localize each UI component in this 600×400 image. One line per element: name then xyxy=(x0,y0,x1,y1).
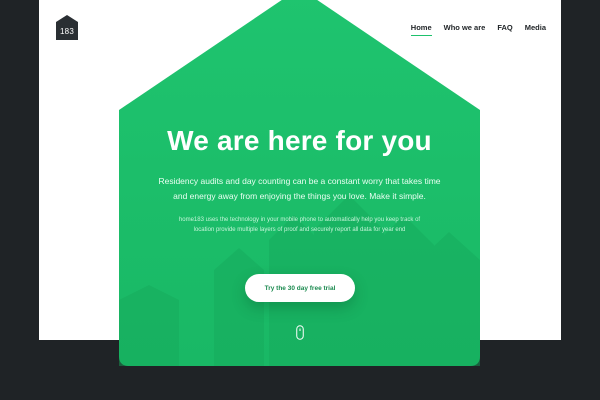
brand-logo[interactable]: 183 xyxy=(56,15,78,40)
nav-faq[interactable]: FAQ xyxy=(497,23,512,32)
logo-text: 183 xyxy=(60,27,74,36)
nav-media[interactable]: Media xyxy=(525,23,546,32)
mouse-scroll-icon[interactable] xyxy=(296,325,304,340)
free-trial-button[interactable]: Try the 30 day free trial xyxy=(245,274,355,302)
hero-lead-text: Residency audits and day counting can be… xyxy=(158,176,441,201)
hero-section: We are here for you Residency audits and… xyxy=(119,0,480,366)
hero-headline: We are here for you xyxy=(167,125,432,156)
hero-small-text: home183 uses the technology in your mobi… xyxy=(178,217,421,233)
